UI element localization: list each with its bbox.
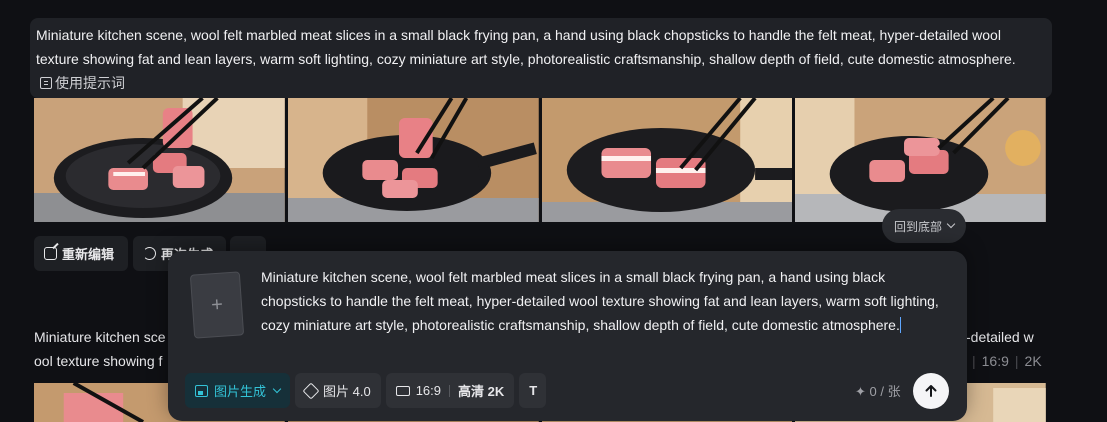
divider (449, 384, 451, 397)
prompt-text: Miniature kitchen scene, wool felt marbl… (36, 27, 1016, 67)
prompt-composer: + Miniature kitchen scene, wool felt mar… (168, 251, 967, 421)
back-to-bottom-button[interactable]: 回到底部 (882, 209, 966, 243)
arrow-up-icon (925, 385, 937, 397)
use-prompt-label: 使用提示词 (55, 75, 125, 91)
cube-icon (302, 382, 320, 399)
plus-icon: + (210, 293, 224, 316)
back-to-bottom-label: 回到底部 (893, 219, 942, 234)
chevron-down-icon (946, 219, 956, 229)
prompt-icon (40, 77, 52, 89)
model-label: 图片 4.0 (323, 384, 371, 399)
aspect-ratio-icon (395, 385, 410, 396)
prompt-banner: Miniature kitchen scene, wool felt marbl… (30, 18, 1052, 98)
use-prompt-button[interactable]: 使用提示词 (40, 75, 125, 91)
previous-prompt-line: Miniature kitchen sce (34, 329, 166, 345)
re-edit-label: 重新编辑 (62, 247, 115, 262)
refresh-icon (143, 247, 156, 260)
previous-prompt-right: -detailed w (966, 329, 1034, 345)
prompt-input[interactable]: Miniature kitchen scene, wool felt marbl… (261, 265, 951, 337)
prompt-input-text: Miniature kitchen scene, wool felt marbl… (261, 269, 939, 333)
ratio-quality-select[interactable]: 16:9 高清 2K (385, 373, 515, 408)
model-select[interactable]: 图片 4.0 (295, 373, 381, 408)
ratio-label: 16:9 (415, 383, 442, 398)
previous-prompt-text: Miniature kitchen sce ool texture showin… (34, 325, 166, 373)
mode-select[interactable]: 图片生成 (185, 373, 291, 408)
re-edit-button[interactable]: 重新编辑 (34, 236, 128, 271)
quality-label: 高清 2K (458, 384, 505, 399)
send-button[interactable] (913, 373, 949, 409)
text-tool-button[interactable]: T (519, 373, 547, 408)
result-image[interactable] (34, 98, 285, 222)
composer-toolbar: 图片生成 图片 4.0 16:9 高清 2K T (185, 373, 547, 408)
mode-label: 图片生成 (214, 384, 267, 399)
edit-icon (44, 247, 57, 260)
credit-counter: ✦ 0 / 张 (855, 384, 901, 399)
result-image[interactable] (287, 98, 539, 222)
text-caret (899, 317, 901, 333)
result-image[interactable] (795, 98, 1046, 222)
previous-prompt-meta: | 16:9 | 2K (972, 353, 1042, 369)
result-image-row (34, 98, 1046, 222)
chevron-down-icon (272, 384, 282, 393)
text-format-icon: T (529, 383, 537, 398)
ratio-value: 16:9 (981, 353, 1009, 369)
generation-page: Miniature kitchen scene, wool felt marbl… (0, 0, 1107, 422)
image-mode-icon (195, 384, 208, 397)
result-image[interactable] (541, 98, 793, 222)
previous-prompt-line: ool texture showing f (34, 353, 163, 369)
upload-reference-button[interactable]: + (189, 271, 245, 339)
resolution-value: 2K (1024, 353, 1042, 369)
